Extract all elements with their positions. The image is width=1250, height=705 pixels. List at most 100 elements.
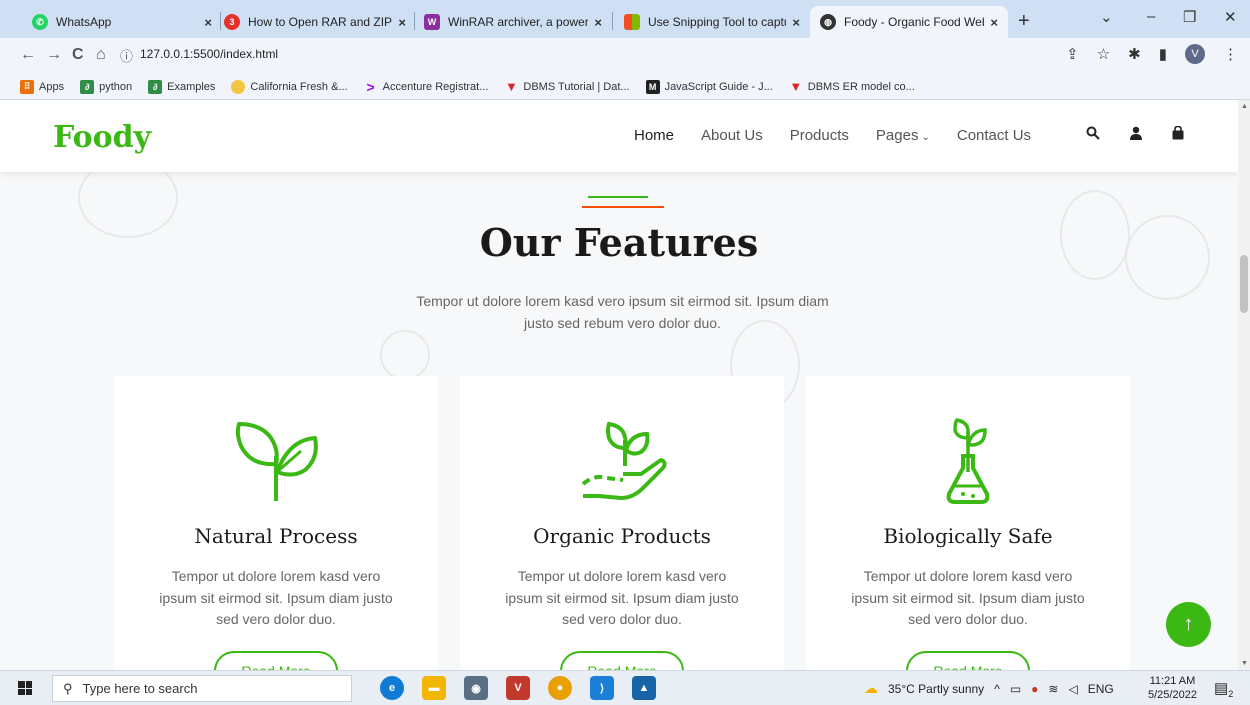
feature-text: Tempor ut dolore lorem kasd vero ipsum s… (851, 568, 1085, 627)
apps-grid-icon: ⠿ (20, 79, 34, 94)
winrar-icon: W (424, 14, 440, 30)
system-tray: ☁ 35°C Partly sunny ^ ▭ ● ≋ ◁ ENG (864, 680, 1114, 697)
nav-contact-us[interactable]: Contact Us (957, 127, 1031, 144)
main-nav: Home About Us Products Pages ⌄ Contact Us (634, 127, 1031, 144)
globe-icon: ◍ (820, 14, 836, 30)
bookmark-label: DBMS ER model co... (807, 80, 915, 93)
mdn-icon: M (645, 79, 660, 94)
camera-icon[interactable]: ◉ (464, 676, 488, 700)
show-hidden-icons-icon[interactable]: ^ (994, 682, 1000, 696)
shopping-bag-icon[interactable] (1172, 125, 1184, 144)
back-to-top-button[interactable]: ↑ (1166, 602, 1211, 647)
clock-date: 5/25/2022 (1148, 689, 1197, 701)
file-explorer-icon[interactable]: ▬ (422, 676, 446, 700)
feature-title: Organic Products (533, 524, 711, 548)
windows-start-icon[interactable] (18, 681, 32, 695)
read-more-button[interactable]: Read More (560, 651, 684, 670)
menu-icon[interactable]: ⋮ (1223, 45, 1238, 63)
url-field[interactable]: 127.0.0.1:5500/index.html (140, 47, 278, 61)
tab-rar[interactable]: 3 How to Open RAR and ZIP Fi × (214, 6, 416, 38)
user-icon[interactable] (1130, 126, 1142, 144)
nav-pages[interactable]: Pages ⌄ (876, 127, 930, 144)
scrollbar-thumb[interactable] (1240, 255, 1248, 313)
battery-icon[interactable]: ▭ (1010, 682, 1021, 696)
share-icon[interactable]: ⇪ (1066, 45, 1079, 63)
taskbar-search-box[interactable]: ⚲ Type here to search (52, 675, 352, 702)
weather-icon: ☁ (864, 680, 878, 696)
feature-text: Tempor ut dolore lorem kasd vero ipsum s… (505, 568, 739, 627)
site-logo[interactable]: Foody (53, 120, 151, 155)
windows-taskbar: ⚲ Type here to search e ▬ ◉ V ● ⟩ ▲ ☁ 35… (0, 670, 1250, 705)
nav-about-us[interactable]: About Us (701, 127, 763, 144)
bookmark-javascript[interactable]: M JavaScript Guide - J... (645, 79, 773, 94)
bookmark-accenture[interactable]: > Accenture Registrat... (364, 79, 489, 95)
new-tab-button[interactable]: + (1018, 10, 1030, 33)
forward-icon[interactable]: → (46, 46, 62, 64)
bookmark-label: Examples (167, 80, 216, 93)
tab-whatsapp[interactable]: ✆ WhatsApp × (22, 6, 222, 38)
whatsapp-icon: ✆ (32, 14, 48, 30)
bookmark-star-icon[interactable]: ☆ (1097, 45, 1110, 63)
back-icon[interactable]: ← (20, 46, 36, 64)
bookmark-dbms-er[interactable]: ▼ DBMS ER model co... (789, 79, 915, 94)
close-icon[interactable]: × (398, 15, 406, 30)
scroll-down-arrow-icon[interactable]: ▼ (1241, 660, 1248, 667)
bookmark-apps[interactable]: ⠿ Apps (20, 79, 65, 94)
tab-title: Use Snipping Tool to capture (648, 15, 787, 29)
vscode-icon[interactable]: ⟩ (590, 676, 614, 700)
read-more-button[interactable]: Read More (906, 651, 1030, 670)
sidebar-icon[interactable]: ▮ (1159, 45, 1167, 63)
site-info-icon[interactable]: ⓘ (120, 46, 133, 65)
wifi-icon[interactable]: ≋ (1048, 682, 1058, 696)
sprout-icon (235, 422, 318, 501)
weather-text[interactable]: 35°C Partly sunny (888, 682, 984, 696)
site-header: Foody Home About Us Products Pages ⌄ Cont… (0, 100, 1238, 172)
tutorial-icon: ▼ (504, 79, 518, 94)
bookmark-dbms-tutorial[interactable]: ▼ DBMS Tutorial | Dat... (504, 79, 630, 94)
taskbar-clock[interactable]: 11:21 AM 5/25/2022 (1148, 674, 1197, 702)
tab-snipping[interactable]: Use Snipping Tool to capture × (614, 6, 810, 38)
nav-home[interactable]: Home (634, 127, 674, 144)
page-scrollbar[interactable]: ▲ ▼ (1238, 100, 1250, 670)
volume-icon[interactable]: ◁ (1068, 682, 1077, 696)
tab-title: WinRAR archiver, a powerful (448, 15, 589, 29)
scroll-up-arrow-icon[interactable]: ▲ (1241, 103, 1248, 110)
chrome-icon[interactable]: ● (548, 676, 572, 700)
photos-icon[interactable]: ▲ (632, 676, 656, 700)
extensions-icon[interactable]: ✱ (1128, 45, 1141, 63)
address-bar-row: ← → C ⌂ ⓘ 127.0.0.1:5500/index.html ⇪ ☆ … (0, 38, 1250, 74)
tab-foody[interactable]: ◍ Foody - Organic Food Websi × (810, 6, 1008, 38)
bookmark-label: Apps (39, 80, 65, 93)
vs-icon[interactable]: V (506, 676, 530, 700)
bookmark-label: DBMS Tutorial | Dat... (523, 80, 630, 93)
notification-center-icon[interactable]: ▤2 (1214, 679, 1233, 699)
close-window-icon[interactable]: ✕ (1224, 8, 1237, 26)
geeks-icon: ∂ (80, 79, 95, 94)
nav-products[interactable]: Products (790, 127, 849, 144)
flask-plant-icon (946, 418, 990, 504)
read-more-button[interactable]: Read More (214, 651, 338, 670)
bookmark-california[interactable]: California Fresh &... (231, 79, 348, 94)
bookmark-examples[interactable]: ∂ Examples (148, 79, 216, 94)
profile-avatar[interactable]: V (1185, 44, 1205, 64)
clock-time: 11:21 AM (1149, 675, 1196, 687)
language-indicator[interactable]: ENG (1088, 682, 1114, 696)
tab-search-icon[interactable]: ⌄ (1100, 8, 1113, 26)
close-icon[interactable]: × (594, 15, 602, 30)
close-icon[interactable]: × (204, 15, 212, 30)
minimize-icon[interactable]: – (1147, 8, 1155, 25)
close-icon[interactable]: × (990, 15, 998, 30)
bookmark-python[interactable]: ∂ python (80, 79, 132, 94)
tab-winrar[interactable]: W WinRAR archiver, a powerful × (414, 6, 612, 38)
antivirus-icon[interactable]: ● (1031, 682, 1038, 696)
restore-icon[interactable]: ❐ (1183, 8, 1196, 26)
edge-icon[interactable]: e (380, 676, 404, 700)
home-icon[interactable]: ⌂ (96, 46, 106, 64)
title-underline-green (588, 196, 648, 198)
california-icon (231, 79, 246, 94)
section-subtitle: Tempor ut dolore lorem kasd vero ipsum s… (416, 293, 829, 331)
close-icon[interactable]: × (792, 15, 800, 30)
reload-icon[interactable]: C (72, 46, 84, 64)
360-icon: 3 (224, 14, 240, 30)
search-icon[interactable] (1086, 126, 1100, 144)
